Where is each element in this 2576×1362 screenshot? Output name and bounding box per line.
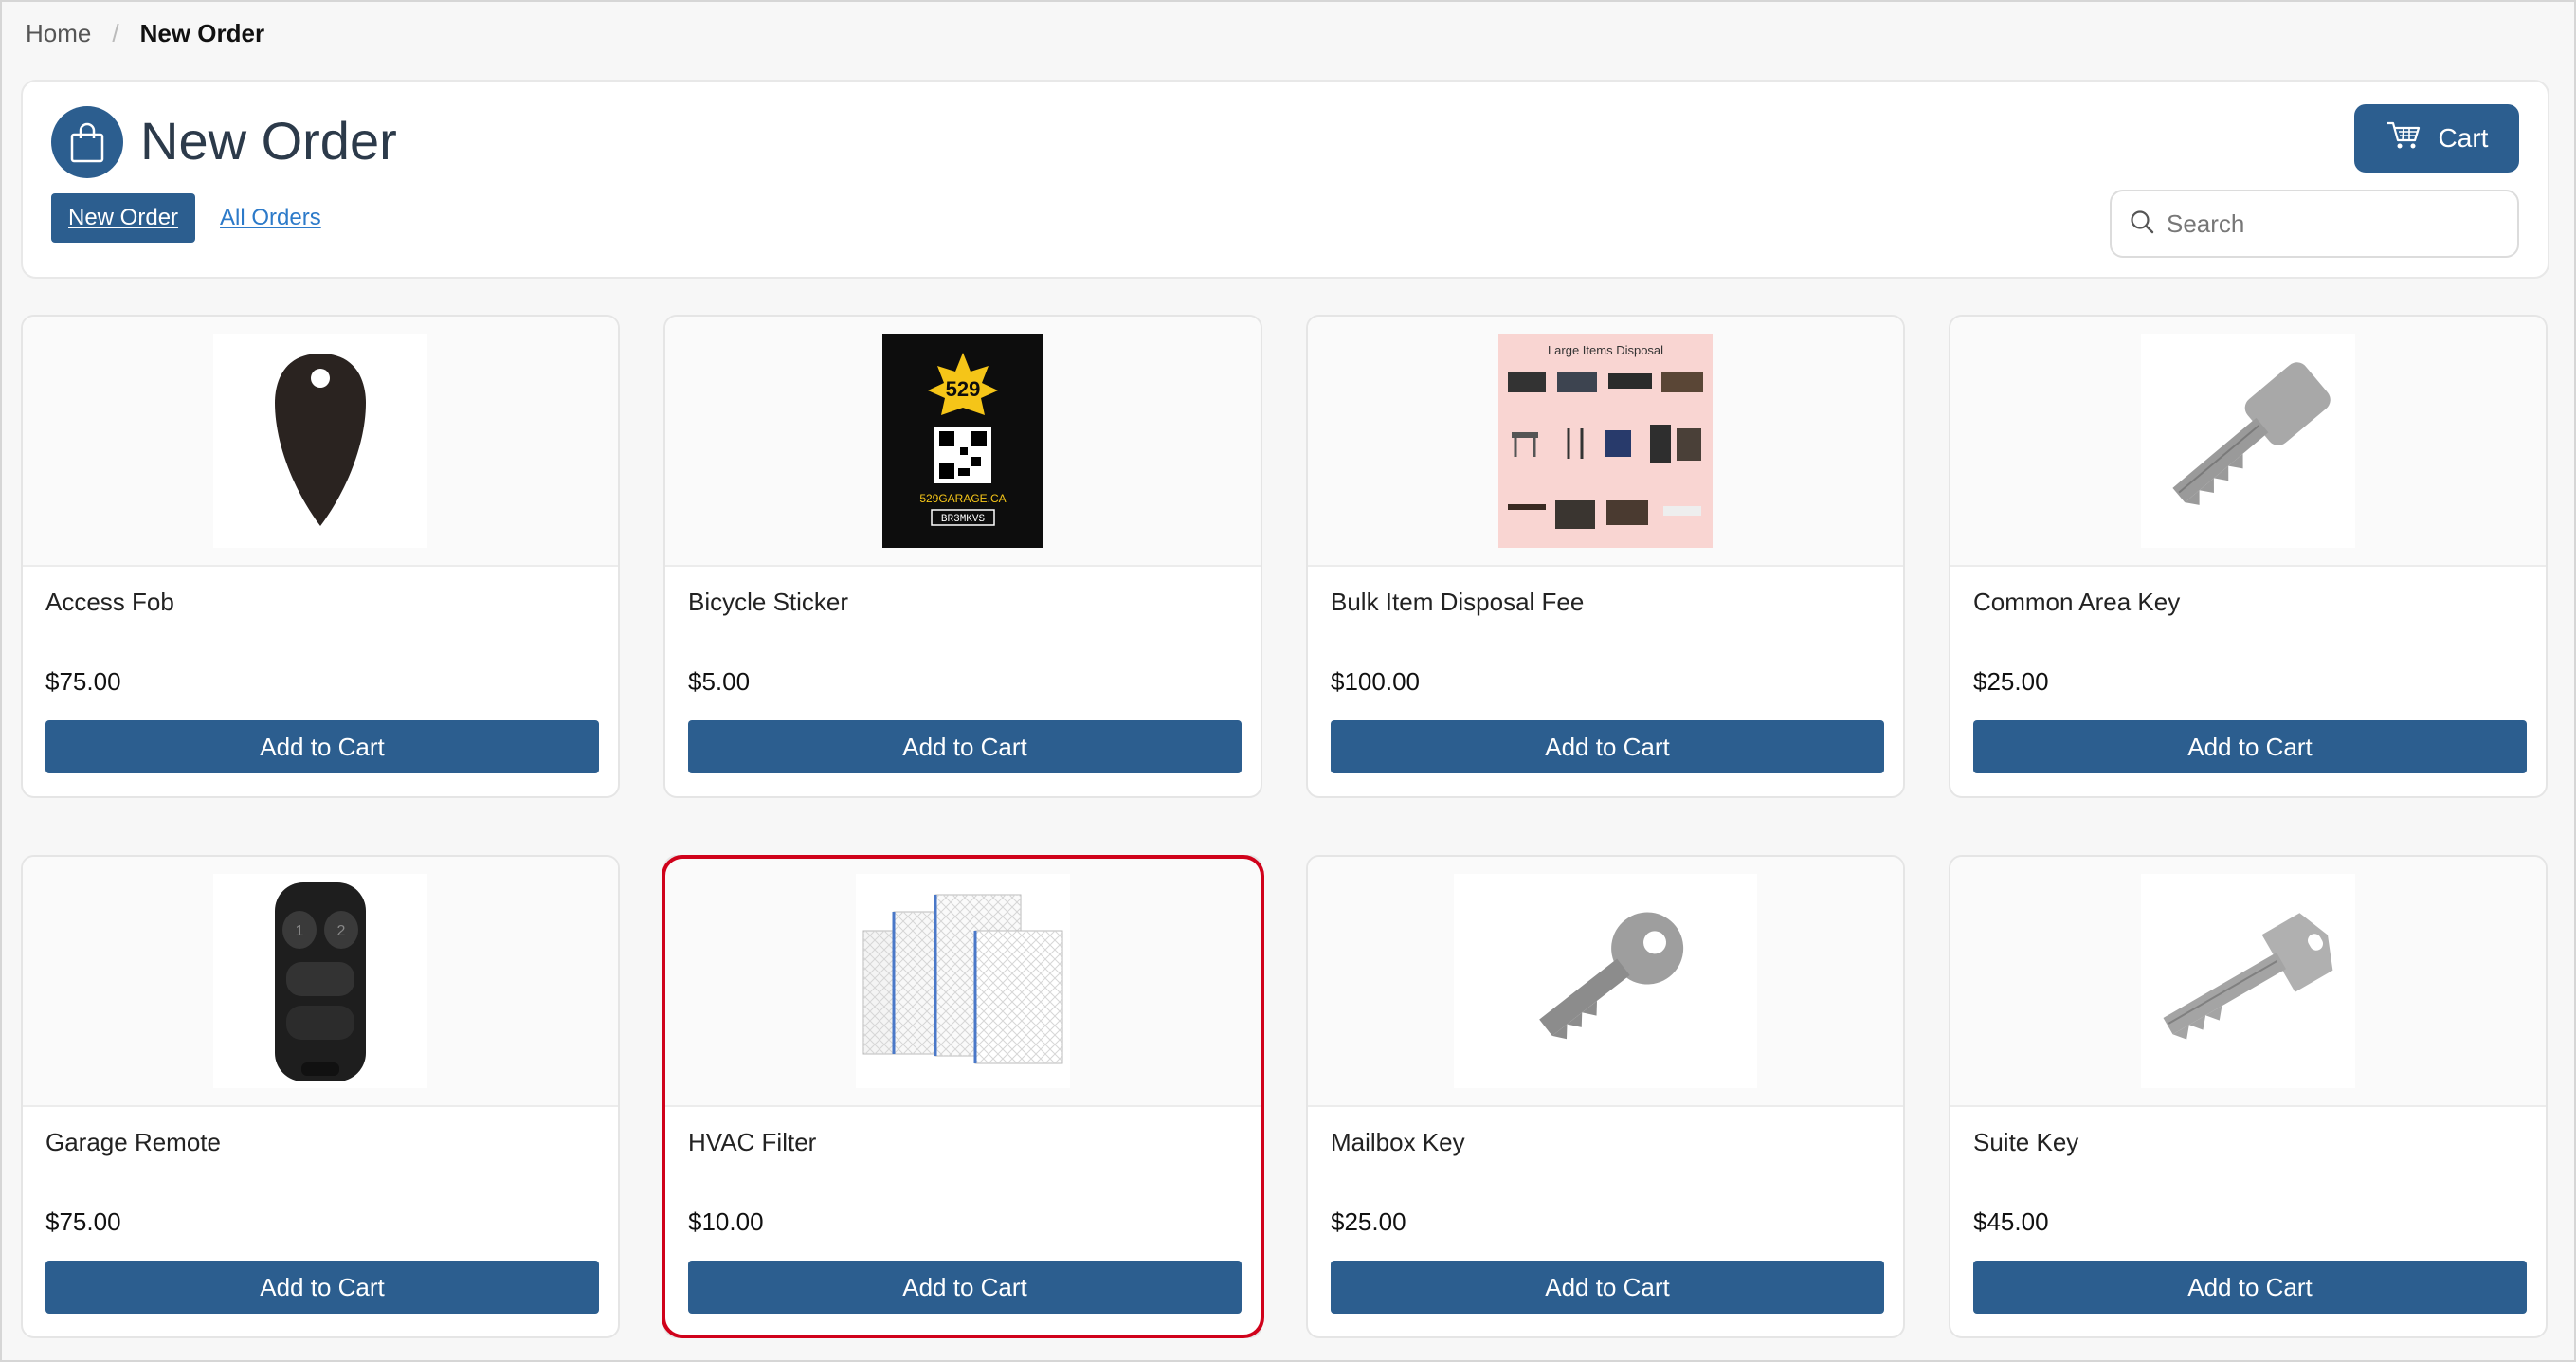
svg-text:1: 1 [296, 923, 304, 939]
sticker-number: 529 [946, 377, 981, 401]
product-price: $10.00 [688, 1208, 764, 1236]
key-image [2141, 334, 2355, 548]
tab-all-orders[interactable]: All Orders [216, 193, 325, 243]
product-name: Bulk Item Disposal Fee [1331, 588, 1585, 616]
page-title: New Order [140, 111, 397, 171]
cart-label: Cart [2438, 123, 2489, 153]
shopping-bag-icon [51, 106, 123, 178]
cart-icon [2386, 119, 2422, 158]
add-to-cart-button[interactable]: Add to Cart [1973, 720, 2527, 773]
product-card-garage-remote: 1 2 Garage Remote $75.00 Add to Cart [21, 855, 620, 1338]
product-card-hvac-filter: HVAC Filter $10.00 Add to Cart [663, 855, 1262, 1338]
product-name: Bicycle Sticker [688, 588, 849, 616]
product-card-bulk-item-disposal: Large Items Disposal Bulk Item Disposal [1306, 315, 1905, 798]
product-price: $25.00 [1331, 1208, 1406, 1236]
search-input[interactable] [2167, 209, 2508, 239]
product-price: $100.00 [1331, 667, 1420, 696]
add-to-cart-button[interactable]: Add to Cart [45, 1261, 599, 1314]
breadcrumb-home-link[interactable]: Home [26, 19, 91, 48]
sticker-url: 529GARAGE.CA [919, 492, 1006, 505]
mailbox-key-image [1454, 874, 1757, 1088]
product-price: $5.00 [688, 667, 751, 696]
add-to-cart-button[interactable]: Add to Cart [688, 720, 1242, 773]
product-name: Common Area Key [1973, 588, 2181, 616]
add-to-cart-button[interactable]: Add to Cart [1331, 720, 1884, 773]
page-header-card: New Order New Order All Orders Cart [21, 80, 2549, 279]
product-name: HVAC Filter [688, 1128, 817, 1156]
bicycle-sticker-image: 529 529GARAGE.CA BR3MKVS [882, 334, 1043, 548]
tab-new-order[interactable]: New Order [51, 193, 196, 243]
product-name: Mailbox Key [1331, 1128, 1465, 1156]
product-price: $45.00 [1973, 1208, 2049, 1236]
product-price: $75.00 [45, 667, 121, 696]
product-card-suite-key: Suite Key $45.00 Add to Cart [1949, 855, 2548, 1338]
breadcrumb-current: New Order [139, 19, 265, 47]
add-to-cart-button[interactable]: Add to Cart [688, 1261, 1242, 1314]
bulk-disposal-image: Large Items Disposal [1498, 334, 1713, 548]
product-price: $75.00 [45, 1208, 121, 1236]
poster-title: Large Items Disposal [1548, 343, 1663, 357]
cart-button[interactable]: Cart [2354, 104, 2519, 173]
product-card-mailbox-key: Mailbox Key $25.00 Add to Cart [1306, 855, 1905, 1338]
access-fob-image [213, 334, 427, 548]
suite-key-image [2141, 874, 2355, 1088]
breadcrumb: Home / New Order [26, 19, 264, 48]
garage-remote-image: 1 2 [213, 874, 427, 1088]
add-to-cart-button[interactable]: Add to Cart [1973, 1261, 2527, 1314]
svg-text:2: 2 [337, 923, 346, 939]
add-to-cart-button[interactable]: Add to Cart [45, 720, 599, 773]
search-box[interactable] [2110, 190, 2519, 258]
sticker-code: BR3MKVS [941, 514, 986, 525]
product-name: Garage Remote [45, 1128, 221, 1156]
product-card-common-area-key: Common Area Key $25.00 Add to Cart [1949, 315, 2548, 798]
search-icon [2129, 209, 2155, 240]
product-card-bicycle-sticker: 529 529GARAGE.CA BR3MKVS Bicycle Sticker… [663, 315, 1262, 798]
breadcrumb-separator: / [112, 19, 119, 47]
product-name: Access Fob [45, 588, 174, 616]
product-name: Suite Key [1973, 1128, 2079, 1156]
order-tabs: New Order All Orders [51, 193, 325, 243]
product-price: $25.00 [1973, 667, 2049, 696]
hvac-filter-image [856, 874, 1070, 1088]
product-card-access-fob: Access Fob $75.00 Add to Cart [21, 315, 620, 798]
add-to-cart-button[interactable]: Add to Cart [1331, 1261, 1884, 1314]
